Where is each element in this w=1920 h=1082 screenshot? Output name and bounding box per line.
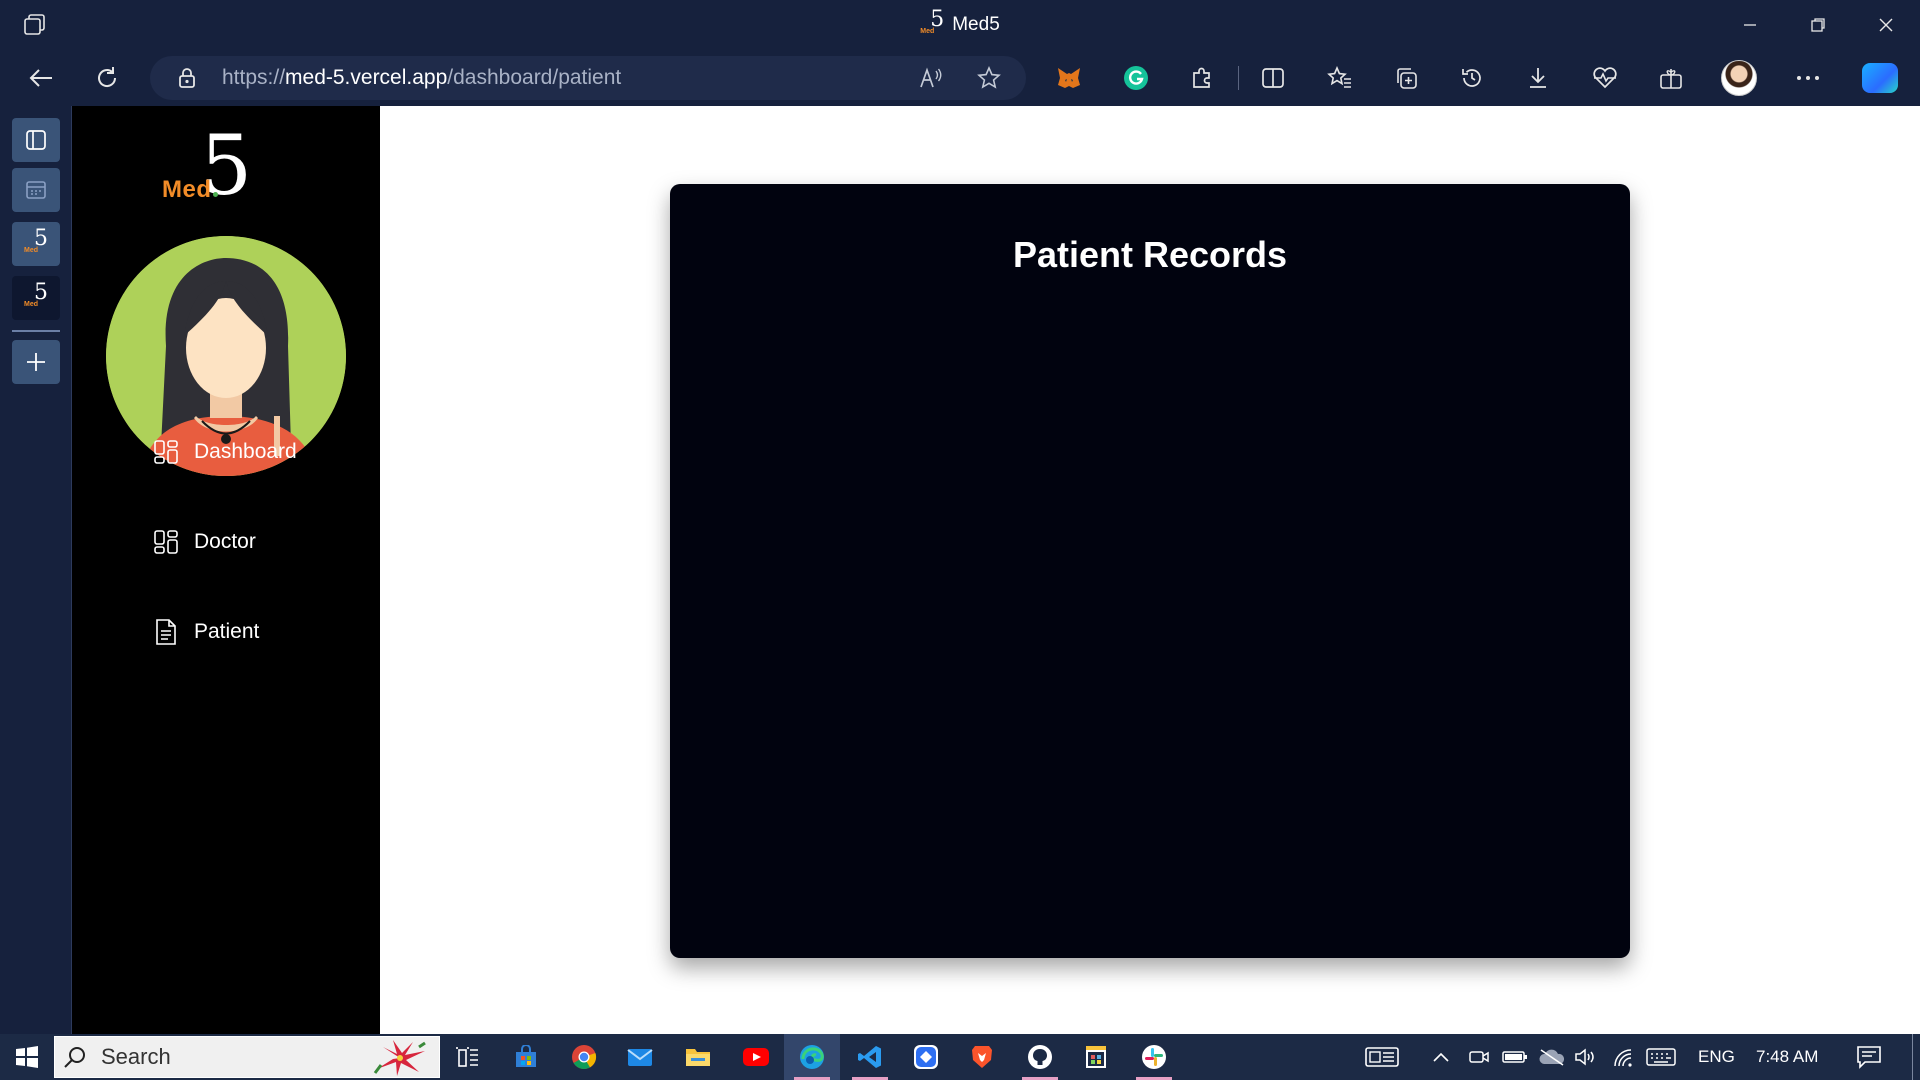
split-screen-icon[interactable] — [1254, 59, 1292, 97]
address-bar[interactable]: https://med-5.vercel.app/dashboard/patie… — [150, 56, 1026, 100]
app-icon-clapper[interactable] — [1068, 1034, 1124, 1080]
tab-page-placeholder[interactable] — [12, 168, 60, 212]
collections-icon[interactable] — [1387, 59, 1425, 97]
taskbar-search[interactable]: Search — [54, 1036, 440, 1078]
app-sidebar: 5 Med Dashboard Doctor Patient — [72, 106, 380, 1034]
url-scheme: https:// — [222, 66, 286, 89]
battery-icon[interactable] — [1502, 1034, 1528, 1080]
patient-records-card: Patient Records — [670, 184, 1630, 958]
nav-label-patient: Patient — [194, 620, 260, 643]
edge-icon[interactable] — [784, 1034, 840, 1080]
show-hidden-icons-chevron-icon[interactable] — [1432, 1034, 1450, 1080]
show-desktop-button[interactable] — [1912, 1034, 1913, 1080]
main-content: Patient Records — [380, 106, 1920, 1034]
app-icon-blue-diamond[interactable] — [898, 1034, 954, 1080]
onedrive-offline-icon[interactable] — [1538, 1034, 1566, 1080]
mail-icon[interactable] — [612, 1034, 668, 1080]
copilot-button[interactable] — [1861, 59, 1899, 97]
slack-icon[interactable] — [1126, 1034, 1182, 1080]
notifications-icon[interactable] — [1856, 1034, 1882, 1080]
dashboard-grid-icon — [152, 528, 180, 556]
med5-favicon-icon: 5 Med — [920, 7, 945, 36]
more-options-icon[interactable] — [1789, 59, 1827, 97]
lock-icon[interactable] — [178, 67, 196, 94]
task-view-button[interactable] — [440, 1034, 496, 1080]
window-controls — [1716, 0, 1920, 50]
news-widget-icon[interactable] — [1364, 1034, 1400, 1080]
new-tab-button[interactable] — [12, 340, 60, 384]
nav-dashboard[interactable]: Dashboard — [152, 432, 297, 472]
restore-button[interactable] — [1784, 0, 1852, 50]
grammarly-extension-icon[interactable] — [1117, 59, 1155, 97]
clock-time[interactable]: 7:48 AM — [1756, 1034, 1818, 1080]
browser-essentials-icon[interactable] — [1586, 59, 1624, 97]
tab-med5-2[interactable]: 5 Med — [12, 276, 60, 320]
input-language[interactable]: ENG — [1698, 1034, 1735, 1080]
extensions-puzzle-icon[interactable] — [1183, 59, 1221, 97]
profile-avatar-icon — [1721, 60, 1757, 96]
browser-toolbar: https://med-5.vercel.app/dashboard/patie… — [0, 50, 1920, 106]
med5-logo[interactable]: 5 Med — [162, 126, 252, 216]
nav-patient[interactable]: Patient — [152, 612, 259, 652]
workspaces-icon[interactable] — [1652, 59, 1690, 97]
dashboard-grid-icon — [152, 438, 180, 466]
refresh-button[interactable] — [88, 59, 126, 97]
close-button[interactable] — [1852, 0, 1920, 50]
url-path: /dashboard/patient — [447, 66, 622, 89]
history-icon[interactable] — [1453, 59, 1491, 97]
tab-med5-1[interactable]: 5 Med — [12, 222, 60, 266]
vertical-tabs-bar: 5 Med 5 Med — [0, 106, 72, 1034]
search-placeholder: Search — [101, 1044, 171, 1069]
url-text[interactable]: https://med-5.vercel.app/dashboard/patie… — [222, 56, 621, 100]
toolbar-divider — [1238, 66, 1239, 90]
network-icon[interactable] — [1612, 1034, 1634, 1080]
med5-favicon-icon: 5 Med — [24, 280, 48, 309]
favorite-star-icon[interactable] — [976, 65, 1002, 91]
window-title-area: 5 Med Med5 — [0, 0, 1920, 50]
window-title: Med5 — [952, 14, 1000, 35]
vscode-icon[interactable] — [842, 1034, 898, 1080]
document-icon — [152, 618, 180, 646]
minimize-button[interactable] — [1716, 0, 1784, 50]
profile-button[interactable] — [1720, 59, 1758, 97]
microsoft-store-icon[interactable] — [498, 1034, 554, 1080]
read-aloud-icon[interactable] — [918, 65, 944, 91]
poinsettia-icon — [373, 1039, 427, 1077]
url-host: med-5.vercel.app — [285, 66, 448, 89]
med5-favicon-icon: 5 Med — [24, 226, 48, 255]
logo-text: Med — [162, 176, 212, 203]
touch-keyboard-icon[interactable] — [1646, 1034, 1676, 1080]
copilot-icon — [1862, 63, 1898, 93]
nav-label-dashboard: Dashboard — [194, 440, 297, 463]
tab-sidebar-toggle[interactable] — [12, 118, 60, 162]
camera-tray-icon[interactable] — [1468, 1034, 1490, 1080]
github-icon[interactable] — [1012, 1034, 1068, 1080]
windows-taskbar: Search ENG 7:48 AM — [0, 1034, 1920, 1080]
logo-dot — [213, 192, 218, 197]
favorites-icon[interactable] — [1321, 59, 1359, 97]
metamask-extension-icon[interactable] — [1050, 59, 1088, 97]
nav-doctor[interactable]: Doctor — [152, 522, 256, 562]
search-icon — [55, 1045, 95, 1069]
card-title: Patient Records — [1012, 234, 1288, 275]
back-button[interactable] — [22, 59, 60, 97]
browser-title-bar: 5 Med Med5 — [0, 0, 1920, 50]
volume-icon[interactable] — [1574, 1034, 1598, 1080]
chrome-icon[interactable] — [556, 1034, 612, 1080]
windows-logo-icon — [16, 1046, 38, 1068]
tab-separator — [12, 330, 60, 332]
nav-label-doctor: Doctor — [194, 530, 256, 553]
downloads-icon[interactable] — [1519, 59, 1557, 97]
brave-icon[interactable] — [954, 1034, 1010, 1080]
youtube-icon[interactable] — [728, 1034, 784, 1080]
start-button[interactable] — [0, 1034, 54, 1080]
file-explorer-icon[interactable] — [670, 1034, 726, 1080]
